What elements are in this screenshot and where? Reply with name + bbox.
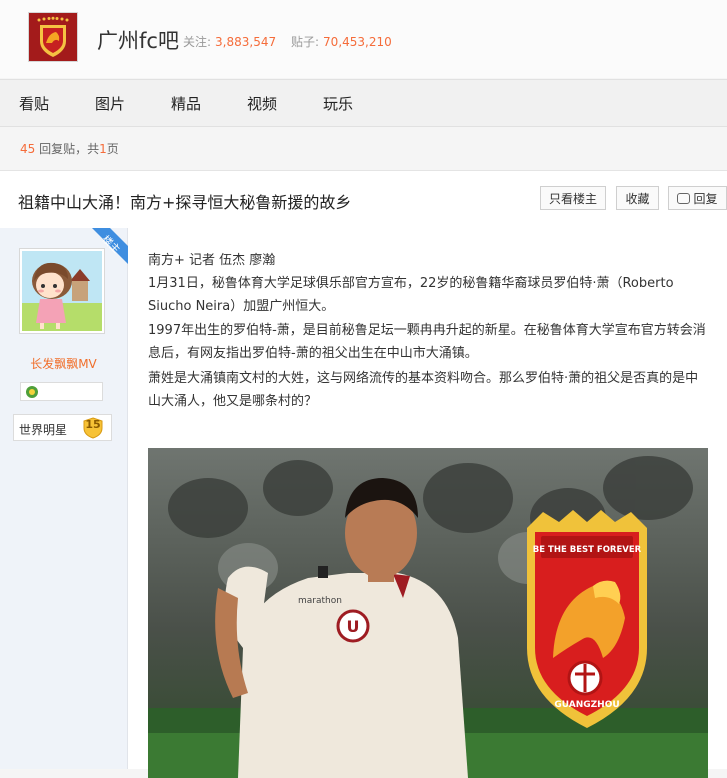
post-paragraph-1: 1月31日，秘鲁体育大学足球俱乐部官方宣布，22岁的秘鲁籍华裔球员罗伯特·萧（R… bbox=[148, 276, 674, 314]
forum-header: 广州fc吧 关注: 3,883,547 贴子: 70,453,210 bbox=[0, 0, 727, 78]
level-number: 15 bbox=[85, 418, 101, 431]
post-content: 南方+ 记者 伍杰 廖瀚 1月31日，秘鲁体育大学足球俱乐部官方宣布，22岁的秘… bbox=[128, 228, 727, 778]
svg-text:BE THE BEST FOREVER: BE THE BEST FOREVER bbox=[533, 545, 642, 555]
forum-name[interactable]: 广州fc吧 bbox=[97, 25, 179, 55]
thread-title: 祖籍中山大涌！南方+探寻恒大秘鲁新援的故乡 bbox=[18, 193, 352, 212]
reply-icon bbox=[677, 193, 691, 204]
posts-stat: 贴子: 70,453,210 bbox=[291, 33, 392, 50]
nav-item-featured[interactable]: 精品 bbox=[171, 93, 201, 114]
post-photo[interactable]: U marathon BE THE BEST FOREVER GUANGZHOU bbox=[148, 448, 708, 778]
author-column: 长发飘飘MV 世界明星 15 bbox=[0, 228, 128, 769]
forum-nav: 看贴 图片 精品 视频 玩乐 bbox=[0, 79, 727, 127]
player-photo: U marathon BE THE BEST FOREVER GUANGZHOU bbox=[148, 448, 708, 778]
level-title: 世界明星 bbox=[19, 423, 68, 437]
post-paragraph-2: 1997年出生的罗伯特-萧，是目前秘鲁足坛一颗冉冉升起的新星。在秘鲁体育大学宣布… bbox=[148, 323, 706, 361]
svg-text:GUANGZHOU: GUANGZHOU bbox=[554, 700, 619, 710]
nav-item-videos[interactable]: 视频 bbox=[247, 93, 277, 114]
reply-count: 45 bbox=[20, 142, 36, 156]
svg-text:U: U bbox=[347, 617, 360, 636]
reply-count-info: 45 回复贴，共1页 bbox=[20, 140, 119, 157]
level-badge[interactable]: 世界明星 15 bbox=[13, 414, 112, 441]
favorite-button[interactable]: 收藏 bbox=[616, 186, 659, 210]
reply-button[interactable]: 回复 bbox=[668, 186, 727, 210]
follow-stat: 关注: 3,883,547 bbox=[183, 33, 276, 50]
op-only-button[interactable]: 只看楼主 bbox=[540, 186, 606, 210]
forum-logo[interactable] bbox=[28, 12, 78, 62]
page-count: 1 bbox=[99, 142, 107, 156]
reply-count-mid: 回复贴，共 bbox=[35, 142, 100, 156]
nav-item-posts[interactable]: 看贴 bbox=[19, 93, 49, 114]
nav-item-images[interactable]: 图片 bbox=[95, 93, 125, 114]
reply-count-tail: 页 bbox=[106, 142, 119, 156]
author-username[interactable]: 长发飘飘MV bbox=[0, 355, 127, 372]
follow-count: 3,883,547 bbox=[215, 35, 277, 49]
posts-label: 贴子: bbox=[291, 35, 320, 49]
gz-crest-icon bbox=[29, 13, 77, 61]
post-paragraph-3: 萧姓是大涌镇南文村的大姓，这与网络流传的基本资料吻合。那么罗伯特·萧的祖父是否真… bbox=[148, 371, 699, 409]
svg-text:marathon: marathon bbox=[298, 596, 342, 606]
reply-button-label: 回复 bbox=[693, 192, 718, 206]
member-badge-icon bbox=[26, 386, 38, 398]
op-ribbon: 楼主 bbox=[84, 228, 128, 272]
post-byline: 南方+ 记者 伍杰 廖瀚 bbox=[148, 253, 276, 268]
user-icon-box bbox=[20, 382, 103, 401]
nav-item-fun[interactable]: 玩乐 bbox=[323, 93, 353, 114]
posts-count: 70,453,210 bbox=[323, 35, 392, 49]
follow-label: 关注: bbox=[183, 35, 212, 49]
thread-title-bar: 祖籍中山大涌！南方+探寻恒大秘鲁新援的故乡 只看楼主 收藏 回复 bbox=[0, 170, 727, 229]
